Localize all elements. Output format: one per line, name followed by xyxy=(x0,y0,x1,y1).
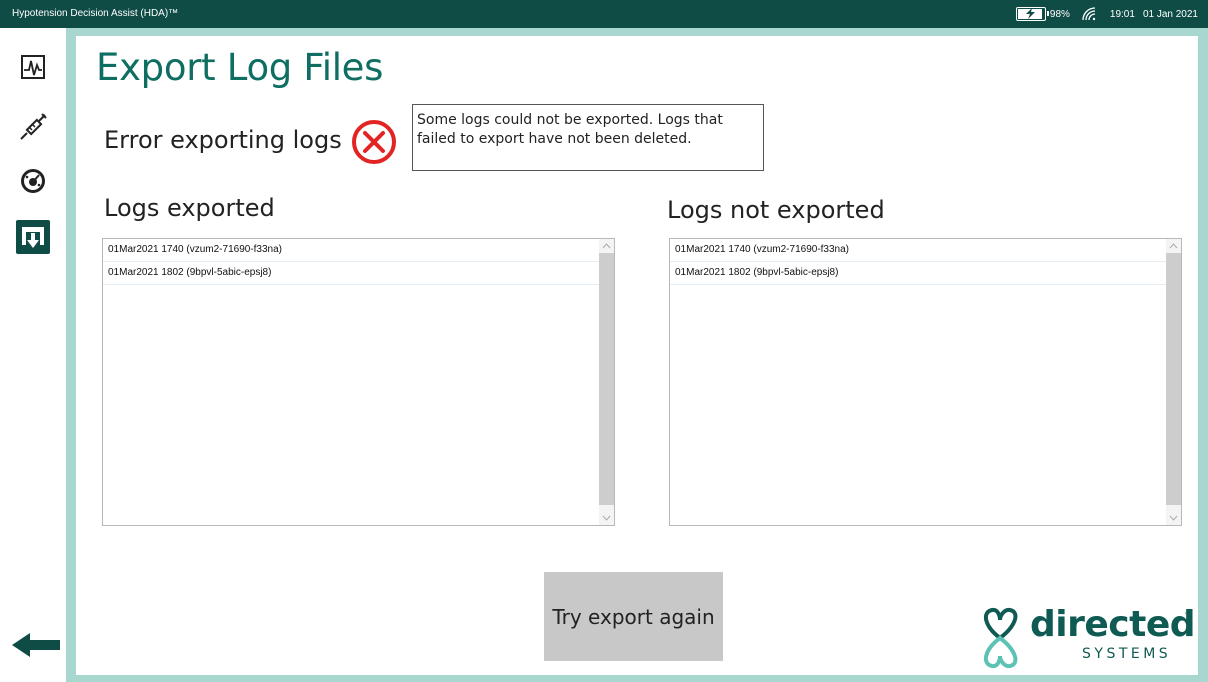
clock-time: 19:01 xyxy=(1109,8,1135,20)
nav-settings[interactable] xyxy=(16,164,50,198)
scroll-thumb[interactable] xyxy=(599,253,614,505)
error-label: Error exporting logs xyxy=(104,126,342,154)
scroll-up-icon[interactable] xyxy=(599,239,614,253)
battery-percent: 98% xyxy=(1049,8,1070,20)
logo-trademark: ™ xyxy=(1184,612,1190,619)
try-export-again-button[interactable]: Try export again xyxy=(544,572,723,661)
sidebar xyxy=(0,28,66,682)
export-download-icon xyxy=(22,227,44,248)
logo-mark-icon xyxy=(983,607,1018,669)
directed-systems-logo: directed ™ SYSTEMS xyxy=(974,604,1196,670)
nav-syringe[interactable] xyxy=(16,110,50,144)
logo-text: directed xyxy=(1030,604,1196,645)
scroll-up-icon[interactable] xyxy=(1166,239,1181,253)
error-message: Some logs could not be exported. Logs th… xyxy=(412,104,764,171)
content-frame: Export Log Files Error exporting logs So… xyxy=(66,28,1208,682)
error-x-circle-icon xyxy=(352,120,396,164)
nav-monitor[interactable] xyxy=(16,50,50,84)
list-item[interactable]: 01Mar2021 1740 (vzum2-71690-f33na) xyxy=(103,239,599,262)
wifi-icon xyxy=(1082,7,1098,21)
list-item[interactable]: 01Mar2021 1802 (9bpvl-5abic-epsj8) xyxy=(103,262,599,285)
status-area: 98% 19:01 01 Jan 2021 xyxy=(1015,6,1198,22)
logs-not-exported-heading: Logs not exported xyxy=(667,196,885,224)
logs-exported-list[interactable]: 01Mar2021 1740 (vzum2-71690-f33na) 01Mar… xyxy=(102,238,615,526)
list-item[interactable]: 01Mar2021 1740 (vzum2-71690-f33na) xyxy=(670,239,1166,262)
content-panel: Export Log Files Error exporting logs So… xyxy=(76,36,1198,675)
back-button[interactable] xyxy=(10,630,62,660)
logs-exported-heading: Logs exported xyxy=(104,194,275,222)
logs-not-exported-list[interactable]: 01Mar2021 1740 (vzum2-71690-f33na) 01Mar… xyxy=(669,238,1182,526)
scroll-thumb[interactable] xyxy=(1166,253,1181,505)
back-arrow-icon xyxy=(12,633,60,657)
nav-export[interactable] xyxy=(16,220,50,254)
gauge-settings-icon xyxy=(21,169,45,193)
scroll-down-icon[interactable] xyxy=(599,511,614,525)
scrollbar[interactable] xyxy=(1166,239,1181,525)
app-title: Hypotension Decision Assist (HDA)™ xyxy=(12,8,179,19)
scroll-down-icon[interactable] xyxy=(1166,511,1181,525)
page-title: Export Log Files xyxy=(96,46,384,89)
title-bar: Hypotension Decision Assist (HDA)™ 98% 1… xyxy=(0,0,1208,28)
list-item[interactable]: 01Mar2021 1802 (9bpvl-5abic-epsj8) xyxy=(670,262,1166,285)
syringe-icon xyxy=(20,113,47,140)
waveform-chart-icon xyxy=(21,55,45,79)
clock-date: 01 Jan 2021 xyxy=(1142,8,1198,20)
logo-subtext: SYSTEMS xyxy=(1082,646,1172,662)
battery-charging-icon xyxy=(1015,7,1049,21)
scrollbar[interactable] xyxy=(599,239,614,525)
